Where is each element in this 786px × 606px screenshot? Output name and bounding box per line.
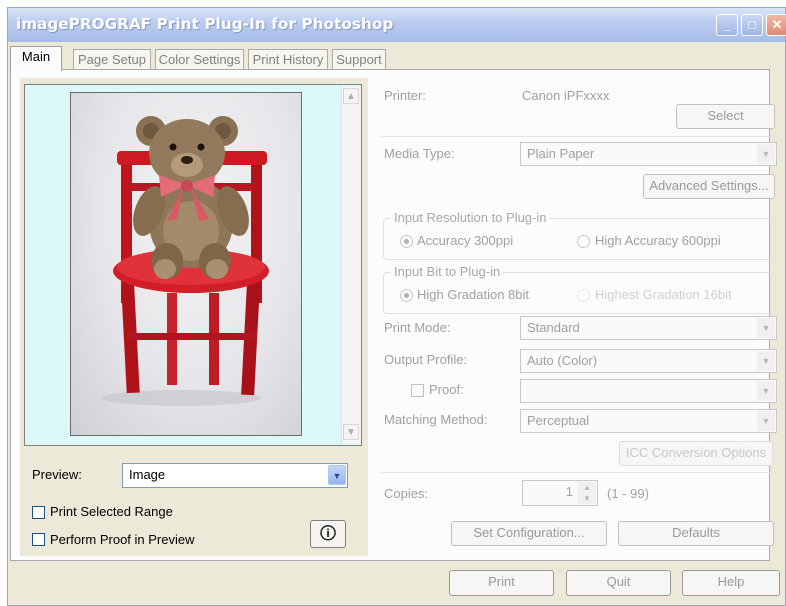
quit-button[interactable]: Quit — [566, 570, 671, 596]
set-configuration-button[interactable]: Set Configuration... — [451, 521, 607, 546]
preview-select[interactable]: Image ▼ — [122, 463, 348, 488]
high-gradation-8bit-radio[interactable] — [400, 289, 413, 302]
print-selected-range-label: Print Selected Range — [50, 504, 173, 519]
chevron-down-icon[interactable]: ▼ — [757, 381, 775, 401]
media-type-label: Media Type: — [384, 146, 455, 161]
matching-method-label: Matching Method: — [384, 412, 488, 427]
accuracy-300ppi-radio[interactable] — [400, 235, 413, 248]
copies-value: 1 — [565, 484, 573, 499]
chevron-down-icon[interactable]: ▼ — [757, 144, 775, 164]
minimize-icon: _ — [723, 17, 731, 32]
tab-color-settings[interactable]: Color Settings — [155, 49, 244, 69]
chevron-down-icon[interactable]: ▼ — [757, 411, 775, 431]
spin-up-icon[interactable]: ▲ — [578, 482, 596, 493]
copies-range: (1 - 99) — [607, 486, 649, 501]
proof-label: Proof: — [429, 382, 464, 397]
maximize-icon: □ — [748, 17, 756, 32]
high-accuracy-600ppi-label: High Accuracy 600ppi — [595, 233, 721, 248]
select-printer-button[interactable]: Select — [676, 104, 775, 129]
printer-name: Canon iPFxxxx — [522, 88, 610, 103]
divider — [381, 136, 776, 137]
matching-method-value: Perceptual — [527, 413, 590, 428]
output-profile-value: Auto (Color) — [527, 353, 598, 368]
close-button[interactable]: ✕ — [766, 14, 786, 36]
high-gradation-8bit-label: High Gradation 8bit — [417, 287, 530, 302]
icc-conversion-options-button[interactable]: ICC Conversion Options — [619, 441, 773, 466]
matching-method-select[interactable]: Perceptual ▼ — [520, 409, 777, 433]
media-type-select[interactable]: Plain Paper ▼ — [520, 142, 777, 166]
print-button[interactable]: Print — [449, 570, 554, 596]
print-selected-range-checkbox[interactable] — [32, 506, 45, 519]
perform-proof-checkbox[interactable] — [32, 533, 45, 546]
output-profile-label: Output Profile: — [384, 352, 468, 367]
media-type-value: Plain Paper — [527, 146, 595, 161]
info-button[interactable]: 🛈 — [310, 520, 346, 548]
preview-scrollbar[interactable]: ▲ ▼ — [341, 86, 361, 444]
preview-label-text: Preview: — [32, 467, 82, 482]
scroll-down-icon[interactable]: ▼ — [343, 424, 359, 440]
chevron-down-icon[interactable]: ▼ — [757, 351, 775, 371]
preview-label: Preview: — [32, 467, 82, 482]
window-title: imagePROGRAF Print Plug-In for Photoshop — [16, 15, 394, 33]
highest-gradation-16bit-radio[interactable] — [577, 289, 590, 302]
help-button[interactable]: Help — [682, 570, 780, 596]
proof-checkbox[interactable] — [411, 384, 424, 397]
highest-gradation-16bit-label: Highest Gradation 16bit — [595, 287, 732, 302]
close-icon: ✕ — [771, 17, 783, 32]
minimize-button[interactable]: _ — [716, 14, 738, 36]
tab-support[interactable]: Support — [332, 49, 386, 69]
print-mode-value: Standard — [527, 320, 580, 335]
divider — [381, 472, 776, 473]
proof-select[interactable]: ▼ — [520, 379, 777, 403]
spin-down-icon[interactable]: ▼ — [578, 493, 596, 504]
input-bit-title: Input Bit to Plug-in — [391, 264, 504, 279]
title-bar[interactable]: imagePROGRAF Print Plug-In for Photoshop… — [8, 8, 786, 42]
tab-main[interactable]: Main — [10, 46, 62, 71]
printer-label: Printer: — [384, 88, 426, 103]
teddy-bear-chair-image — [101, 116, 269, 406]
info-icon: 🛈 — [319, 524, 337, 543]
defaults-button[interactable]: Defaults — [618, 521, 774, 546]
preview-select-value: Image — [129, 467, 166, 482]
accuracy-300ppi-label: Accuracy 300ppi — [417, 233, 514, 248]
preview-image — [70, 92, 302, 436]
tab-page-setup[interactable]: Page Setup — [73, 49, 151, 69]
chevron-down-icon[interactable]: ▼ — [328, 465, 346, 485]
input-resolution-title: Input Resolution to Plug-in — [391, 210, 550, 225]
print-mode-label: Print Mode: — [384, 320, 451, 335]
copies-label: Copies: — [384, 486, 429, 501]
high-accuracy-600ppi-radio[interactable] — [577, 235, 590, 248]
perform-proof-label: Perform Proof in Preview — [50, 532, 195, 547]
tab-print-history[interactable]: Print History — [248, 49, 328, 69]
maximize-button[interactable]: □ — [741, 14, 763, 36]
scroll-up-icon[interactable]: ▲ — [343, 88, 359, 104]
output-profile-select[interactable]: Auto (Color) ▼ — [520, 349, 777, 373]
copies-input[interactable]: 1 ▲ ▼ — [522, 480, 598, 506]
chevron-down-icon[interactable]: ▼ — [757, 318, 775, 338]
advanced-settings-button[interactable]: Advanced Settings... — [643, 174, 775, 199]
print-mode-select[interactable]: Standard ▼ — [520, 316, 777, 340]
